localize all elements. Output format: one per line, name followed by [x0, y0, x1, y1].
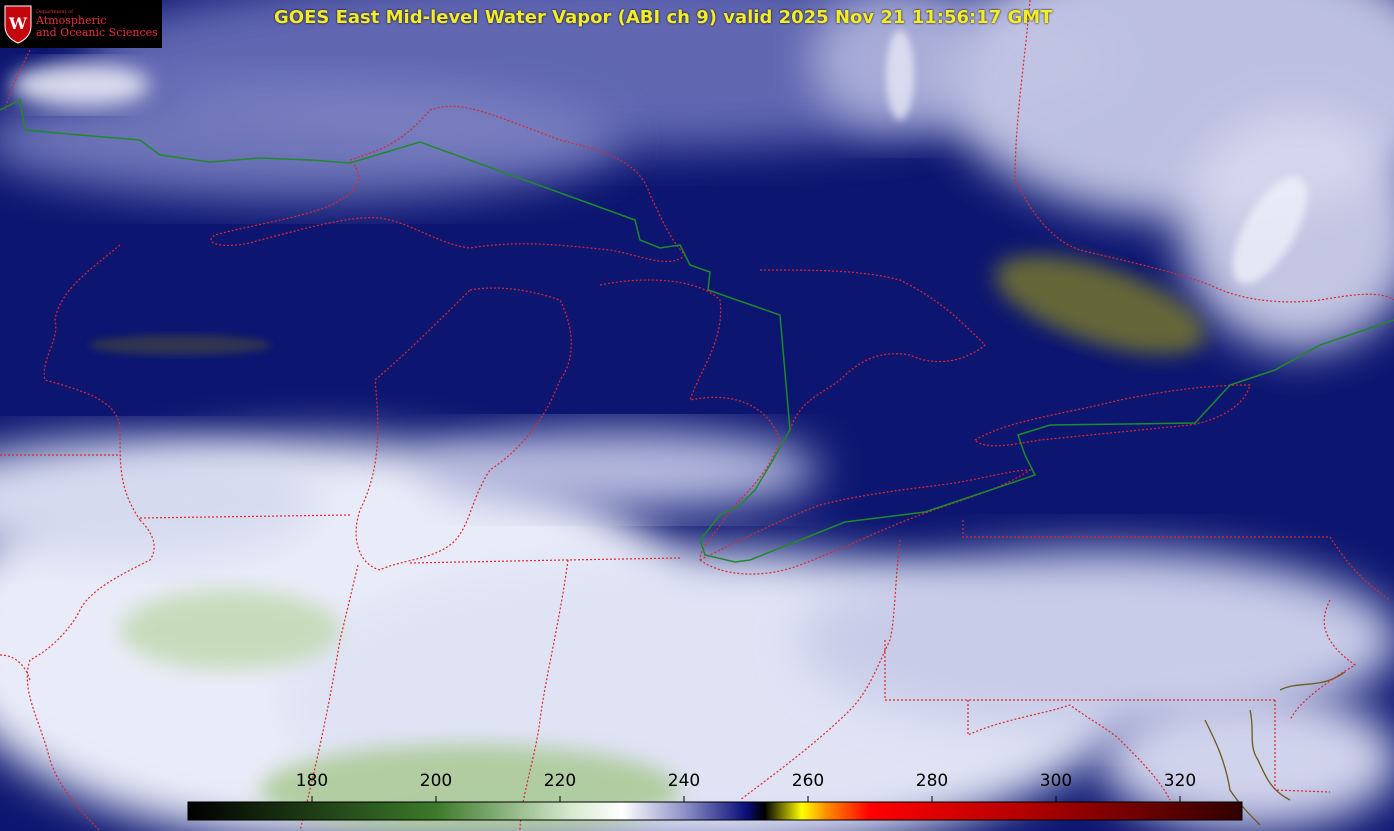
colorbar-gradient — [187, 801, 1243, 821]
image-title: GOES East Mid-level Water Vapor (ABI ch … — [274, 7, 1053, 28]
svg-text:W: W — [8, 14, 28, 33]
colorbar-tick-label: 300 — [1039, 771, 1073, 791]
colorbar-tick-label: 260 — [791, 771, 825, 791]
colorbar-tick-label: 220 — [543, 771, 577, 791]
logo-line-2: and Oceanic Sciences — [36, 25, 158, 39]
water-vapor-map — [0, 0, 1394, 831]
colorbar-tick-label: 180 — [295, 771, 329, 791]
logo-line-1: Atmospheric — [36, 14, 107, 28]
colorbar-tick-label: 280 — [915, 771, 949, 791]
university-seal-icon: W — [4, 5, 32, 44]
logo-text: Department of Atmospheric and Oceanic Sc… — [36, 9, 158, 39]
colorbar-tick-label: 200 — [419, 771, 453, 791]
colorbar-tick-label: 320 — [1163, 771, 1197, 791]
colorbar-tick-label: 240 — [667, 771, 701, 791]
uw-aos-logo: W Department of Atmospheric and Oceanic … — [0, 0, 162, 48]
satellite-map-viewer: W Department of Atmospheric and Oceanic … — [0, 0, 1394, 831]
